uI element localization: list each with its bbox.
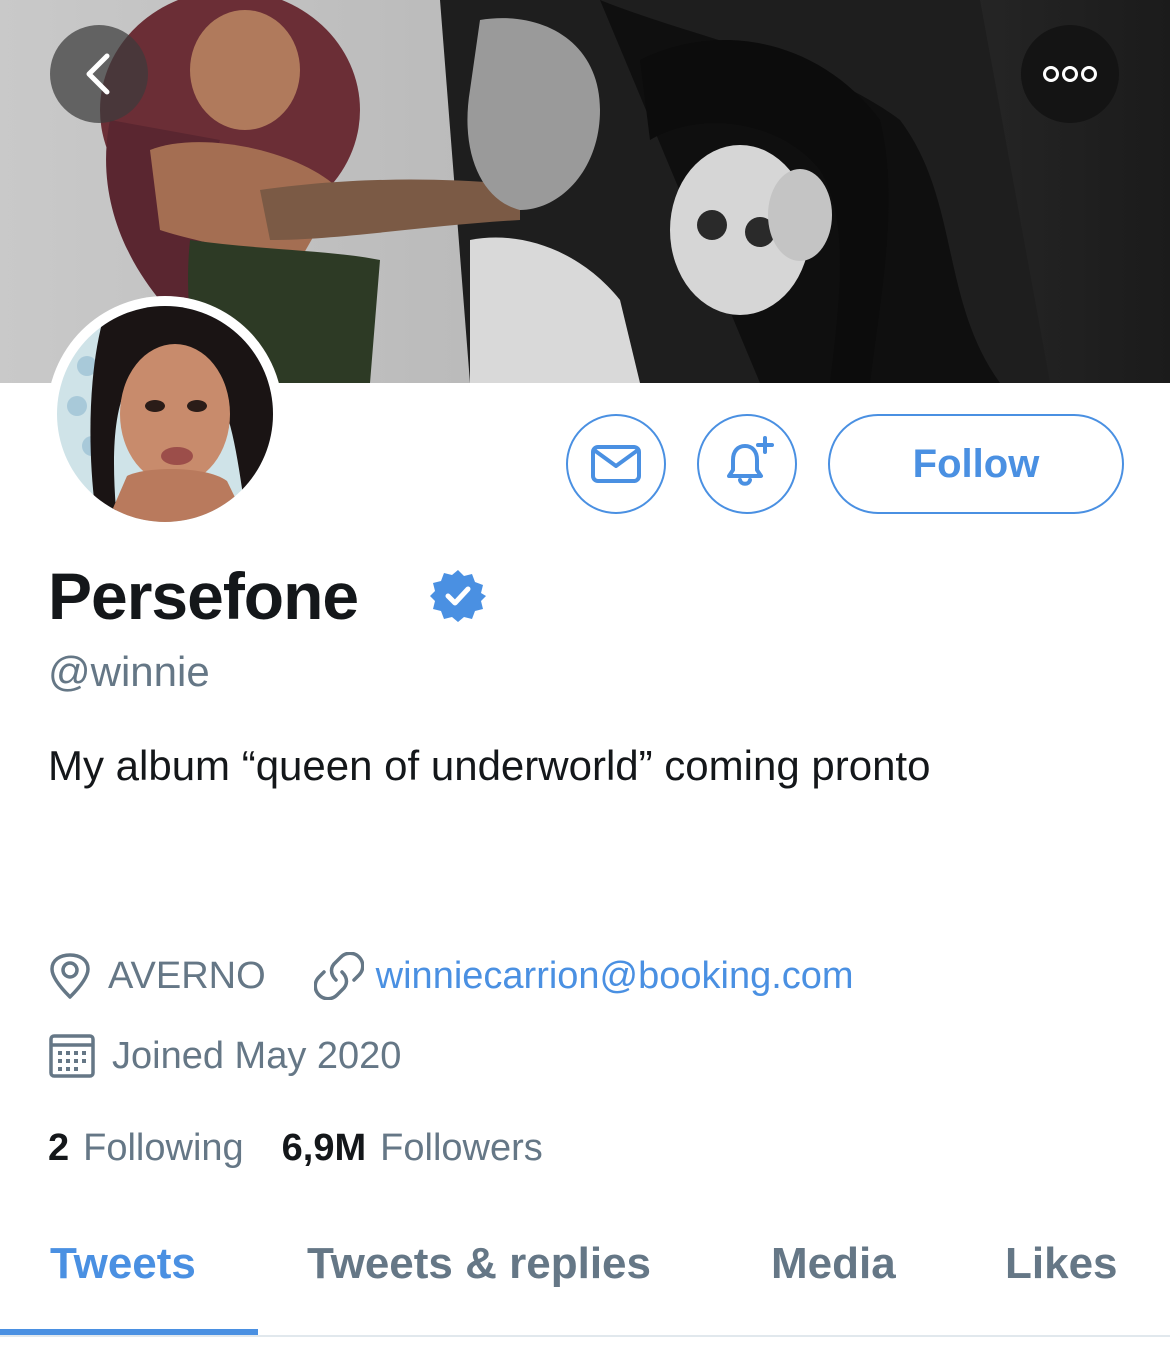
bell-plus-icon bbox=[727, 436, 774, 486]
chevron-left-icon bbox=[86, 53, 110, 95]
location-label: AVERNO bbox=[108, 955, 266, 997]
profile-meta-row: AVERNO winniecarrion@booking.com bbox=[48, 952, 854, 1000]
followers-count: 6,9M bbox=[281, 1127, 367, 1169]
following-count: 2 bbox=[48, 1127, 70, 1169]
joined-date: Joined May 2020 bbox=[112, 1035, 402, 1077]
follow-counts: 2 Following 6,9M Followers bbox=[48, 1126, 543, 1170]
calendar-icon bbox=[48, 1032, 96, 1080]
tab-divider bbox=[0, 1335, 1170, 1337]
followers-label: Followers bbox=[380, 1127, 543, 1169]
avatar[interactable] bbox=[47, 296, 283, 532]
more-options-button[interactable] bbox=[1021, 25, 1119, 123]
link-icon bbox=[313, 952, 364, 1000]
notifications-button[interactable] bbox=[697, 414, 797, 514]
display-name: Persefone bbox=[48, 559, 359, 633]
following-label: Following bbox=[83, 1127, 244, 1169]
followers-link[interactable]: 6,9M Followers bbox=[282, 1126, 543, 1170]
tab-likes[interactable]: Likes bbox=[1005, 1238, 1118, 1290]
website-link[interactable]: winniecarrion@booking.com bbox=[313, 952, 854, 1000]
profile-bio: My album “queen of underworld” coming pr… bbox=[48, 742, 931, 789]
tab-tweets-replies[interactable]: Tweets & replies bbox=[307, 1238, 651, 1290]
user-handle: @winnie bbox=[48, 648, 210, 695]
tab-tweets[interactable]: Tweets bbox=[50, 1238, 196, 1290]
joined-row: Joined May 2020 bbox=[48, 1032, 401, 1080]
verified-badge-icon bbox=[430, 570, 486, 622]
more-dots-icon bbox=[1043, 66, 1097, 82]
back-button[interactable] bbox=[50, 25, 148, 123]
location-pin-icon bbox=[48, 952, 92, 1000]
website-link-text[interactable]: winniecarrion@booking.com bbox=[376, 954, 854, 998]
message-button[interactable] bbox=[566, 414, 666, 514]
mail-icon bbox=[591, 445, 641, 483]
profile-photo bbox=[57, 306, 273, 522]
follow-button[interactable]: Follow bbox=[828, 414, 1124, 514]
following-link[interactable]: 2 Following bbox=[48, 1126, 244, 1170]
tab-media[interactable]: Media bbox=[771, 1238, 896, 1290]
